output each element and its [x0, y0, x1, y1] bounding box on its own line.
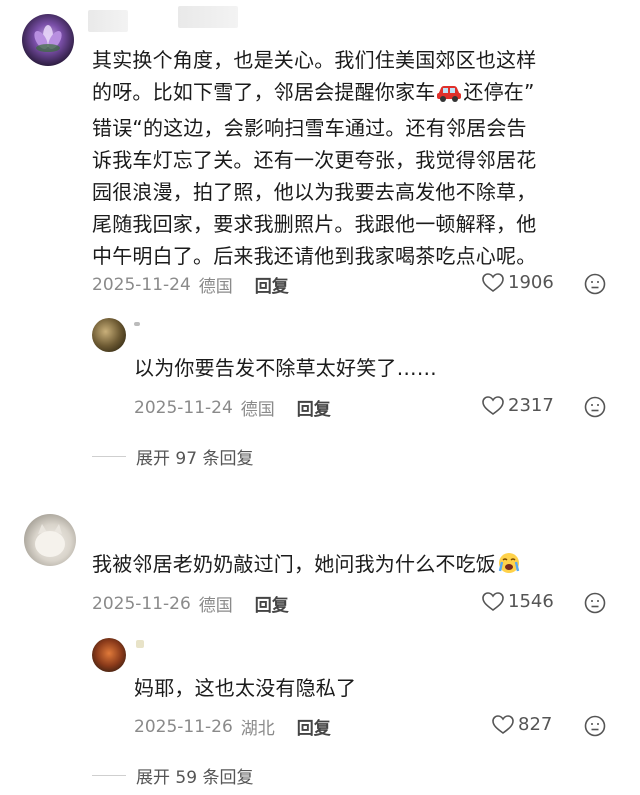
like-button[interactable]: 1906 [482, 272, 554, 293]
comment-date: 2025-11-26 [92, 593, 191, 614]
comment-meta: 2025-11-24 德国 回复 [92, 272, 289, 298]
expand-replies-button[interactable]: 展开 97 条回复 [92, 444, 253, 469]
heart-icon [482, 272, 504, 292]
divider [92, 775, 126, 776]
dislike-button[interactable] [584, 273, 606, 299]
expand-label: 展开 59 条回复 [136, 768, 254, 788]
username-redacted[interactable] [88, 10, 128, 32]
expand-replies-button[interactable]: 展开 59 条回复 [92, 763, 253, 788]
reply-button[interactable]: 回复 [255, 591, 289, 616]
expand-label: 展开 97 条回复 [136, 449, 254, 469]
like-count: 2317 [508, 395, 554, 416]
reply-meta: 2025-11-24 德国 回复 [134, 395, 331, 421]
crying-face-icon [496, 551, 522, 584]
divider [92, 456, 126, 457]
reply-text: 妈耶，这也太没有隐私了 [134, 676, 357, 700]
car-icon [435, 80, 463, 112]
comment-text: 我被邻居老奶奶敲过门，她问我为什么不吃饭 [92, 548, 522, 584]
heart-icon [492, 714, 514, 734]
reply-location: 德国 [240, 400, 275, 420]
reply-location: 湖北 [240, 719, 275, 739]
reply-date: 2025-11-24 [134, 397, 233, 418]
reply-date: 2025-11-26 [134, 716, 233, 737]
heart-icon [482, 395, 504, 415]
unhappy-face-icon [584, 592, 606, 614]
avatar[interactable] [24, 514, 76, 566]
heart-icon [482, 591, 504, 611]
dislike-button[interactable] [584, 715, 606, 741]
reply-avatar[interactable] [92, 638, 126, 672]
like-count: 1546 [508, 591, 554, 612]
dislike-button[interactable] [584, 592, 606, 618]
username-redacted[interactable] [134, 322, 140, 326]
like-button[interactable]: 2317 [482, 395, 554, 416]
dislike-button[interactable] [584, 396, 606, 422]
username-redacted[interactable] [136, 640, 144, 648]
reply-button[interactable]: 回复 [297, 395, 331, 420]
cat-icon [35, 524, 65, 557]
reply-text: 以为你要告发不除草太好笑了…… [134, 356, 437, 380]
comment-text: 其实换个角度，也是关心。我们住美国郊区也这样 的呀。比如下雪了，邻居会提醒你家车… [92, 48, 537, 268]
reply-avatar[interactable] [92, 318, 126, 352]
comment-date: 2025-11-24 [92, 274, 191, 295]
reply-meta: 2025-11-26 湖北 回复 [134, 714, 331, 740]
comment-meta: 2025-11-26 德国 回复 [92, 591, 289, 617]
like-count: 1906 [508, 272, 554, 293]
reply-button[interactable]: 回复 [255, 272, 289, 297]
username-redacted[interactable] [178, 6, 238, 28]
reply-button[interactable]: 回复 [297, 714, 331, 739]
unhappy-face-icon [584, 396, 606, 418]
comment-location: 德国 [198, 277, 233, 297]
like-button[interactable]: 827 [492, 714, 552, 735]
like-button[interactable]: 1546 [482, 591, 554, 612]
avatar[interactable] [22, 14, 74, 66]
unhappy-face-icon [584, 273, 606, 295]
lotus-icon [34, 25, 62, 52]
like-count: 827 [518, 714, 553, 735]
unhappy-face-icon [584, 715, 606, 737]
comment-location: 德国 [198, 596, 233, 616]
